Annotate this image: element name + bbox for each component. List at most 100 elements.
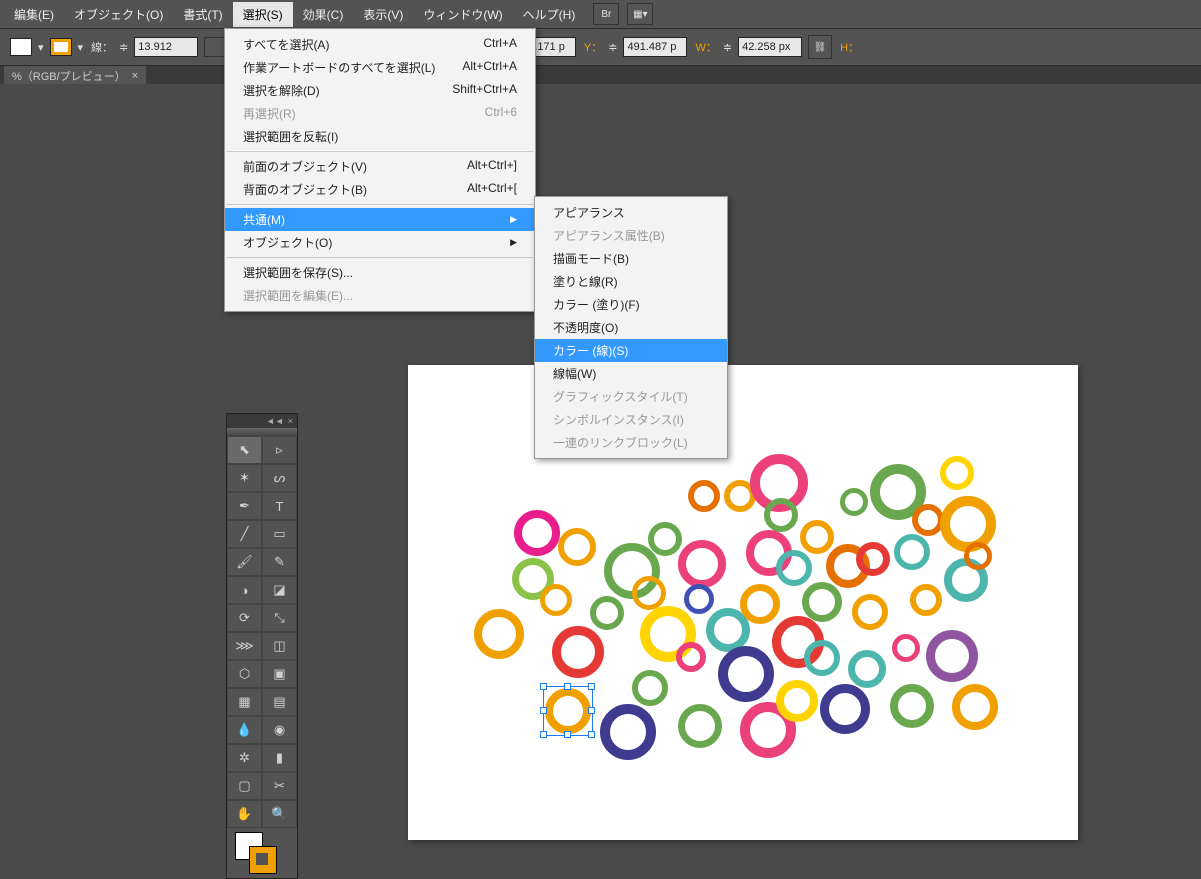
menu-view[interactable]: 表示(V) bbox=[353, 2, 413, 27]
submenu-item[interactable]: 描画モード(B) bbox=[535, 247, 727, 270]
stepper-icon[interactable]: ≑ bbox=[119, 41, 128, 54]
fill-dropdown-icon[interactable]: ▾ bbox=[38, 41, 44, 54]
mesh-tool[interactable]: ▦ bbox=[227, 688, 262, 716]
ring-shape[interactable] bbox=[852, 594, 888, 630]
free-transform-tool[interactable]: ◫ bbox=[262, 632, 297, 660]
menu-object[interactable]: オブジェクト(O) bbox=[64, 2, 173, 27]
menu-edit[interactable]: 編集(E) bbox=[4, 2, 64, 27]
menu-item[interactable]: 選択範囲を保存(S)... bbox=[225, 261, 535, 284]
menu-item[interactable]: 前面のオブジェクト(V)Alt+Ctrl+] bbox=[225, 155, 535, 178]
symbol-sprayer-tool[interactable]: ✲ bbox=[227, 744, 262, 772]
selection-tool[interactable]: ⬉ bbox=[227, 436, 262, 464]
menu-item[interactable]: 選択を解除(D)Shift+Ctrl+A bbox=[225, 79, 535, 102]
y-input[interactable] bbox=[623, 37, 687, 57]
ring-shape[interactable] bbox=[964, 542, 992, 570]
submenu-item[interactable]: 線幅(W) bbox=[535, 362, 727, 385]
eraser-tool[interactable]: ◪ bbox=[262, 576, 297, 604]
submenu-item[interactable]: カラー (線)(S) bbox=[535, 339, 727, 362]
close-panel-icon[interactable]: × bbox=[288, 416, 293, 426]
panel-grip-bar[interactable] bbox=[227, 428, 297, 436]
lasso-tool[interactable]: ᔕ bbox=[262, 464, 297, 492]
ring-shape[interactable] bbox=[940, 496, 996, 552]
ring-shape[interactable] bbox=[558, 528, 596, 566]
ring-shape[interactable] bbox=[764, 498, 798, 532]
zoom-tool[interactable]: 🔍 bbox=[262, 800, 297, 828]
close-tab-icon[interactable]: × bbox=[132, 70, 138, 82]
line-tool[interactable]: ╱ bbox=[227, 520, 262, 548]
submenu-item[interactable]: 不透明度(O) bbox=[535, 316, 727, 339]
selection-handle[interactable] bbox=[588, 707, 595, 714]
fill-stroke-control[interactable] bbox=[227, 828, 297, 878]
ring-shape[interactable] bbox=[684, 584, 714, 614]
perspective-tool[interactable]: ▣ bbox=[262, 660, 297, 688]
w-stepper-icon[interactable]: ≑ bbox=[723, 41, 732, 54]
submenu-item[interactable]: アピアランス bbox=[535, 201, 727, 224]
graph-tool[interactable]: ▮ bbox=[262, 744, 297, 772]
menu-item[interactable]: オブジェクト(O) bbox=[225, 231, 535, 254]
stroke-dropdown-icon[interactable]: ▾ bbox=[78, 41, 84, 54]
selection-handle[interactable] bbox=[588, 683, 595, 690]
ring-shape[interactable] bbox=[800, 520, 834, 554]
menu-item[interactable]: 作業アートボードのすべてを選択(L)Alt+Ctrl+A bbox=[225, 56, 535, 79]
stroke-color-swatch[interactable] bbox=[249, 846, 277, 874]
ring-shape[interactable] bbox=[890, 684, 934, 728]
ring-shape[interactable] bbox=[802, 582, 842, 622]
ring-shape[interactable] bbox=[740, 584, 780, 624]
menu-select[interactable]: 選択(S) bbox=[233, 2, 293, 27]
ring-shape[interactable] bbox=[632, 670, 668, 706]
ring-shape[interactable] bbox=[678, 704, 722, 748]
ring-shape[interactable] bbox=[856, 542, 890, 576]
rectangle-tool[interactable]: ▭ bbox=[262, 520, 297, 548]
ring-shape[interactable] bbox=[600, 704, 656, 760]
width-tool[interactable]: ⋙ bbox=[227, 632, 262, 660]
document-tab[interactable]: %（RGB/プレビュー） × bbox=[4, 66, 146, 86]
ring-shape[interactable] bbox=[648, 522, 682, 556]
menu-item[interactable]: 選択範囲を反転(I) bbox=[225, 125, 535, 148]
shape-builder-tool[interactable]: ⬡ bbox=[227, 660, 262, 688]
selection-handle[interactable] bbox=[540, 731, 547, 738]
menu-help[interactable]: ヘルプ(H) bbox=[513, 2, 586, 27]
ring-shape[interactable] bbox=[894, 534, 930, 570]
slice-tool[interactable]: ✂ bbox=[262, 772, 297, 800]
paintbrush-tool[interactable]: 🖌 bbox=[227, 548, 262, 576]
y-stepper-icon[interactable]: ≑ bbox=[608, 41, 617, 54]
stroke-swatch[interactable] bbox=[50, 38, 72, 56]
arrange-docs-icon[interactable]: ▦▾ bbox=[627, 3, 653, 25]
ring-shape[interactable] bbox=[820, 684, 870, 734]
rotate-tool[interactable]: ⟳ bbox=[227, 604, 262, 632]
selection-handle[interactable] bbox=[540, 683, 547, 690]
ring-shape[interactable] bbox=[676, 642, 706, 672]
blob-brush-tool[interactable]: ◑ bbox=[227, 576, 262, 604]
bridge-icon[interactable]: Br bbox=[593, 3, 619, 25]
menu-item[interactable]: 共通(M) bbox=[225, 208, 535, 231]
menu-effect[interactable]: 効果(C) bbox=[293, 2, 354, 27]
blend-tool[interactable]: ◉ bbox=[262, 716, 297, 744]
link-wh-icon[interactable]: ⛓ bbox=[808, 35, 832, 59]
menu-window[interactable]: ウィンドウ(W) bbox=[413, 2, 512, 27]
ring-shape[interactable] bbox=[848, 650, 886, 688]
selection-handle[interactable] bbox=[540, 707, 547, 714]
ring-shape[interactable] bbox=[776, 680, 818, 722]
ring-shape[interactable] bbox=[632, 576, 666, 610]
ring-shape[interactable] bbox=[840, 488, 868, 516]
stroke-weight-input[interactable] bbox=[134, 37, 198, 57]
ring-shape[interactable] bbox=[718, 646, 774, 702]
ring-shape[interactable] bbox=[804, 640, 840, 676]
pencil-tool[interactable]: ✎ bbox=[262, 548, 297, 576]
ring-shape[interactable] bbox=[552, 626, 604, 678]
menu-item[interactable]: すべてを選択(A)Ctrl+A bbox=[225, 33, 535, 56]
ring-shape[interactable] bbox=[540, 584, 572, 616]
menu-item[interactable]: 背面のオブジェクト(B)Alt+Ctrl+[ bbox=[225, 178, 535, 201]
w-input[interactable] bbox=[738, 37, 802, 57]
selection-handle[interactable] bbox=[588, 731, 595, 738]
ring-shape[interactable] bbox=[678, 540, 726, 588]
type-tool[interactable]: T bbox=[262, 492, 297, 520]
selection-handle[interactable] bbox=[564, 683, 571, 690]
artboard-tool[interactable]: ▢ bbox=[227, 772, 262, 800]
scale-tool[interactable]: ⤡ bbox=[262, 604, 297, 632]
ring-shape[interactable] bbox=[910, 584, 942, 616]
pen-tool[interactable]: ✒ bbox=[227, 492, 262, 520]
tools-panel-grip[interactable]: ◄◄ × bbox=[227, 414, 297, 428]
artboard[interactable] bbox=[408, 365, 1078, 840]
ring-shape[interactable] bbox=[590, 596, 624, 630]
